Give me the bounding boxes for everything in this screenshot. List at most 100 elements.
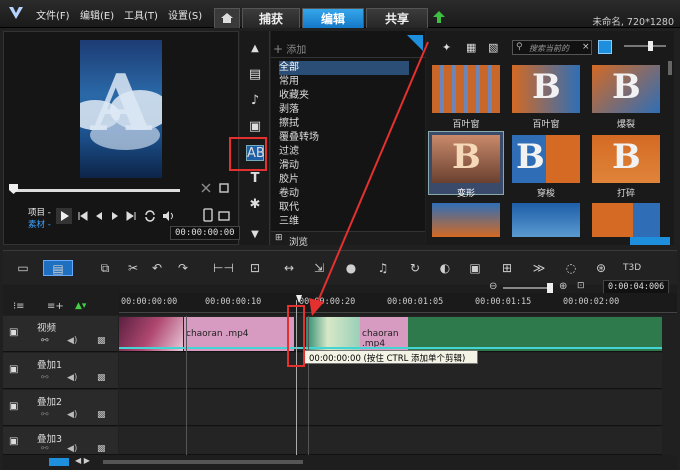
transition-thumbnail[interactable]: B [592, 65, 660, 113]
title-icon[interactable]: ▣ [246, 119, 264, 135]
track-audio-icon[interactable]: ◀) [67, 444, 77, 454]
transition-thumbnail[interactable] [592, 203, 660, 237]
repeat-icon[interactable] [144, 210, 156, 222]
annotation-box [229, 137, 267, 171]
track-link-icon[interactable]: ⚯ [41, 410, 49, 420]
overlay-track-lane[interactable] [119, 390, 662, 426]
timeline-view-icon[interactable]: ▤ [43, 260, 73, 276]
subtitle-icon[interactable]: ▣ [467, 260, 483, 276]
clip-thumbnail[interactable] [119, 317, 183, 351]
menu-file[interactable]: 文件(F) [36, 7, 70, 22]
upload-arrow-icon[interactable] [432, 10, 446, 24]
clip-mode-label[interactable]: 素材 - [28, 218, 51, 230]
snapshot-icon[interactable] [218, 182, 230, 194]
thumb-size-handle[interactable] [648, 41, 653, 51]
scroll-arrow-icon[interactable]: ◀ ▶ [75, 456, 90, 465]
track-link-icon[interactable]: ⚯ [41, 444, 49, 454]
project-mode-label[interactable]: 项目 - [28, 206, 51, 218]
zoom-in-icon[interactable]: ⊕ [559, 281, 567, 292]
split-icon[interactable]: ↔ [281, 260, 297, 276]
timeline-scrollbar[interactable] [103, 460, 303, 464]
menu-settings[interactable]: 设置(S) [168, 7, 202, 22]
track-link-icon[interactable]: ⚯ [41, 373, 49, 383]
play-button-icon[interactable] [56, 208, 72, 224]
clear-search-icon[interactable]: × [582, 42, 590, 52]
favorite-add-icon[interactable]: ✦ [442, 41, 451, 54]
track-grid-icon[interactable]: ▩ [97, 373, 106, 383]
menu-tools[interactable]: 工具(T) [124, 7, 158, 22]
overlay-track-lane[interactable] [119, 427, 662, 455]
video-track-head: ▣ 视频 ⚯ ◀) ▩ [3, 316, 118, 352]
preview-timecode[interactable]: 00:00:00:00 [170, 226, 240, 240]
storyboard-view-icon[interactable]: ▭ [15, 260, 31, 276]
zoom-out-icon[interactable]: ⊖ [489, 281, 497, 292]
title-3d-icon[interactable]: T3D [623, 260, 641, 276]
speed-icon[interactable]: ≫ [531, 260, 547, 276]
menu-edit[interactable]: 编辑(E) [80, 7, 114, 22]
transition-thumbnail[interactable]: B [432, 135, 500, 183]
track-list-icon[interactable]: ⁝≡ [13, 301, 25, 312]
transition-thumbnail[interactable] [432, 203, 500, 237]
track-link-icon[interactable]: ⚯ [41, 336, 49, 346]
track-grid-icon[interactable]: ▩ [97, 410, 106, 420]
go-end-icon[interactable] [126, 211, 136, 221]
green-arrow-icon[interactable]: ▲▾ [75, 301, 86, 311]
filter-icon[interactable]: ✱ [246, 197, 264, 213]
zoom-handle[interactable] [547, 283, 553, 293]
media-library-icon[interactable]: ▤ [246, 67, 264, 83]
transition-thumbnail[interactable] [432, 65, 500, 113]
trim-start-icon[interactable] [200, 182, 212, 194]
zoom-slider[interactable] [503, 287, 549, 289]
scroll-left-icon[interactable] [49, 458, 69, 466]
fit-timeline-icon[interactable]: ⊢⊣ [213, 260, 234, 276]
scroll-down-icon[interactable]: ▼ [246, 227, 264, 243]
transition-thumbnail[interactable]: B [512, 135, 580, 183]
track-grid-icon[interactable]: ▩ [97, 444, 106, 454]
search-field[interactable]: ⚲ 搜索当前的 × [512, 40, 592, 55]
transition-thumbnail[interactable]: B [592, 135, 660, 183]
redo-icon[interactable]: ↷ [175, 260, 191, 276]
tools-icon[interactable]: ✂ [125, 260, 141, 276]
volume-icon[interactable] [162, 210, 174, 222]
home-tab[interactable] [214, 8, 240, 28]
track-name: 叠加2 [37, 397, 63, 408]
thumbs-scrollbar[interactable] [668, 61, 672, 75]
sound-icon[interactable]: ⊛ [593, 260, 609, 276]
scrubber-handle[interactable] [9, 184, 18, 194]
transition-clip-thumbnail[interactable] [306, 317, 360, 351]
text-title-icon[interactable]: T [246, 171, 264, 187]
multicam-icon[interactable]: ⊞ [499, 260, 515, 276]
view-mode-buttons[interactable] [630, 237, 670, 245]
undo-icon[interactable]: ↶ [149, 260, 165, 276]
track-manager-icon[interactable]: ⧉ [97, 260, 113, 276]
mask-icon[interactable]: ◐ [437, 260, 453, 276]
tab-share[interactable]: 共享 [366, 8, 428, 28]
video-clip-extended[interactable] [408, 317, 662, 351]
apply-current-icon[interactable]: ▧ [488, 41, 498, 54]
thumb-view-icon[interactable] [598, 40, 612, 54]
tab-capture[interactable]: 捕获 [242, 8, 300, 28]
track-audio-icon[interactable]: ◀) [67, 336, 77, 346]
scrubber-track[interactable] [12, 189, 180, 192]
next-frame-icon[interactable] [110, 211, 120, 221]
add-track-icon[interactable]: ≡+ [47, 301, 64, 312]
apply-random-icon[interactable]: ▦ [466, 41, 476, 54]
prev-frame-icon[interactable] [94, 211, 104, 221]
instant-project-icon[interactable]: ♪ [246, 93, 264, 109]
transition-thumbnail[interactable]: B [512, 65, 580, 113]
device-icon[interactable] [202, 208, 214, 222]
track-grid-icon[interactable]: ▩ [97, 336, 106, 346]
crop-icon[interactable]: ⊡ [247, 260, 263, 276]
fit-project-icon[interactable]: ⊡ [577, 281, 585, 291]
scroll-up-icon[interactable]: ▲ [246, 41, 264, 57]
stabilize-icon[interactable]: ◌ [563, 260, 579, 276]
thumb-size-slider[interactable] [624, 45, 666, 47]
tab-edit[interactable]: 编辑 [302, 8, 364, 28]
track-audio-icon[interactable]: ◀) [67, 410, 77, 420]
video-clip[interactable]: chaoran .mp4 [184, 317, 294, 351]
aspect-icon[interactable] [218, 210, 230, 222]
track-audio-icon[interactable]: ◀) [67, 373, 77, 383]
go-start-icon[interactable] [78, 211, 88, 221]
video-clip[interactable]: chaoran .mp4 [360, 317, 408, 351]
transition-thumbnail[interactable] [512, 203, 580, 237]
